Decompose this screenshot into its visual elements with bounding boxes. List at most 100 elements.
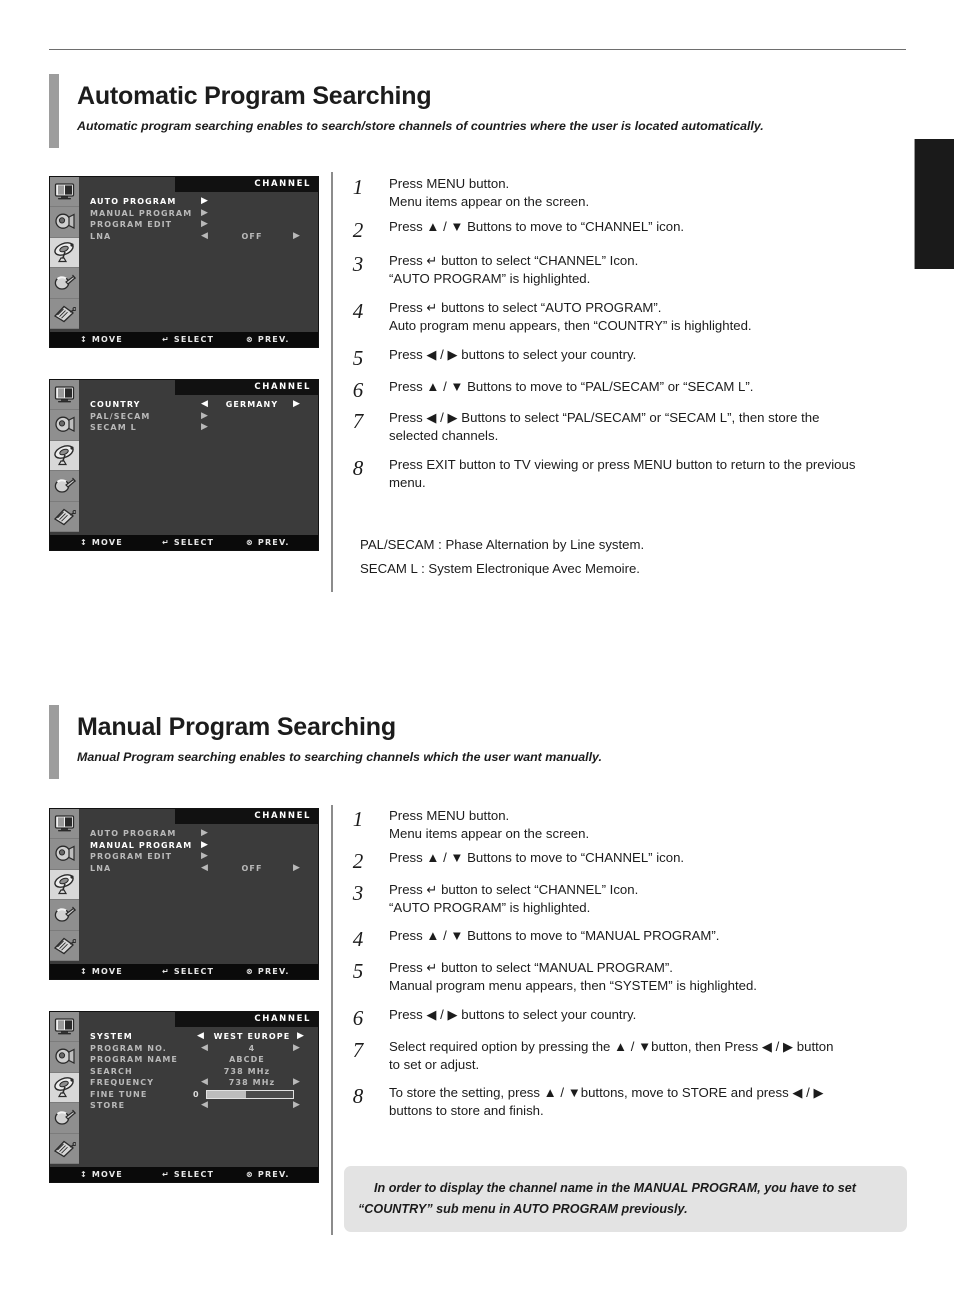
osd-footer-select: ↵ SELECT	[162, 967, 215, 976]
function-remote-icon[interactable]	[50, 299, 79, 329]
chevron-right-icon[interactable]: ▶	[293, 863, 301, 875]
osd-row-pal-secam[interactable]: PAL/SECAM ▶	[79, 411, 318, 423]
osd-row-label: MANUAL PROGRAM	[90, 840, 193, 850]
step-item: 3 Press ↵ button to select “CHANNEL” Ico…	[345, 881, 910, 927]
slider-fill	[207, 1091, 246, 1098]
osd-row-lna[interactable]: LNA ◀ OFF ▶	[79, 231, 318, 243]
step-number: 5	[352, 959, 364, 983]
step-text: Press ▲ / ▼ Buttons to move to “PAL/SECA…	[389, 378, 910, 396]
function-remote-icon[interactable]	[50, 502, 79, 532]
slider-track[interactable]	[206, 1090, 294, 1099]
osd-row-lna[interactable]: LNA ◀ OFF ▶	[79, 863, 318, 875]
step-text: Select required option by pressing the ▲…	[389, 1038, 910, 1073]
osd-row-auto-program[interactable]: AUTO PROGRAM ▶	[79, 196, 318, 208]
sound-speaker-icon[interactable]	[50, 1042, 79, 1073]
setup-wrench-icon[interactable]	[50, 268, 79, 299]
note-text: In order to display the channel name in …	[374, 1181, 856, 1195]
chevron-right-icon[interactable]: ▶	[293, 1043, 301, 1055]
chevron-right-icon[interactable]: ▶	[201, 851, 209, 863]
chevron-left-icon[interactable]: ◀	[201, 863, 209, 875]
step-line: Press ↵ button to select “CHANNEL” Icon.	[389, 253, 639, 268]
step-number: 3	[352, 252, 364, 276]
osd-row-frequency[interactable]: FREQUENCY ◀ 738 MHz ▶	[79, 1077, 318, 1089]
chevron-right-icon[interactable]: ▶	[293, 1100, 301, 1112]
osd-footer: ↕ MOVE ↵ SELECT ⊗ PREV.	[50, 535, 318, 550]
chevron-right-icon[interactable]: ▶	[293, 1077, 301, 1089]
osd-row-program-edit[interactable]: PROGRAM EDIT ▶	[79, 851, 318, 863]
step-line: Press ▲ / ▼ Buttons to move to “CHANNEL”…	[389, 850, 685, 865]
step-number: 8	[352, 1084, 364, 1108]
channel-satellite-icon[interactable]	[50, 237, 79, 269]
osd-menu-list: AUTO PROGRAM ▶ MANUAL PROGRAM ▶ PROGRAM …	[79, 828, 318, 874]
sound-speaker-icon[interactable]	[50, 410, 79, 441]
step-number: 2	[352, 849, 364, 873]
osd-row-value: ABCDE	[229, 1055, 265, 1064]
step-line: Select required option by pressing the ▲…	[389, 1039, 834, 1054]
step-number: 6	[352, 1006, 364, 1030]
osd-row-manual-program[interactable]: MANUAL PROGRAM ▶	[79, 840, 318, 852]
osd-title: CHANNEL	[175, 380, 318, 395]
channel-satellite-icon[interactable]	[50, 869, 79, 901]
osd-row-label: PAL/SECAM	[90, 411, 151, 421]
osd-footer-prev: ⊗ PREV.	[246, 967, 290, 976]
setup-wrench-icon[interactable]	[50, 900, 79, 931]
step-item: 6 Press ▲ / ▼ Buttons to move to “PAL/SE…	[345, 378, 910, 409]
step-line: Press MENU button.	[389, 176, 510, 191]
channel-satellite-icon[interactable]	[50, 1072, 79, 1104]
chevron-right-icon[interactable]: ▶	[297, 1031, 305, 1043]
chevron-left-icon[interactable]: ◀	[201, 399, 209, 411]
setup-wrench-icon[interactable]	[50, 1103, 79, 1134]
picture-tv-icon[interactable]	[50, 177, 79, 208]
osd-row-store[interactable]: STORE ◀ ▶	[79, 1100, 318, 1112]
chevron-left-icon[interactable]: ◀	[201, 231, 209, 243]
chevron-right-icon[interactable]: ▶	[201, 411, 209, 423]
osd-row-program-edit[interactable]: PROGRAM EDIT ▶	[79, 219, 318, 231]
osd-row-program-no[interactable]: PROGRAM NO. ◀ 4 ▶	[79, 1043, 318, 1055]
osd-footer: ↕ MOVE ↵ SELECT ⊗ PREV.	[50, 1167, 318, 1182]
osd-row-fine-tune[interactable]: FINE TUNE 0	[79, 1089, 318, 1101]
osd-screen-manual-program: CHANNEL SYSTEM ◀ WEST EUROPE ▶ PROGRAM N…	[49, 1011, 319, 1183]
chevron-right-icon[interactable]: ▶	[201, 422, 209, 434]
osd-row-manual-program[interactable]: MANUAL PROGRAM ▶	[79, 208, 318, 220]
chevron-left-icon[interactable]: ◀	[201, 1100, 209, 1112]
picture-tv-icon[interactable]	[50, 809, 79, 840]
function-remote-icon[interactable]	[50, 931, 79, 961]
step-item: 2 Press ▲ / ▼ Buttons to move to “CHANNE…	[345, 218, 910, 252]
osd-row-country[interactable]: COUNTRY ◀ GERMANY ▶	[79, 399, 318, 411]
chevron-right-icon[interactable]: ▶	[201, 219, 209, 231]
osd-row-label: LNA	[90, 863, 112, 873]
osd-row-value: 738 MHz	[228, 1078, 276, 1087]
picture-tv-icon[interactable]	[50, 1012, 79, 1043]
setup-wrench-icon[interactable]	[50, 471, 79, 502]
chevron-right-icon[interactable]: ▶	[293, 231, 301, 243]
step-line: Press ◀ / ▶ buttons to select your count…	[389, 347, 637, 362]
chevron-left-icon[interactable]: ◀	[201, 1077, 209, 1089]
osd-footer-move: ↕ MOVE	[80, 335, 123, 344]
osd-row-search[interactable]: SEARCH 738 MHz	[79, 1066, 318, 1078]
sound-speaker-icon[interactable]	[50, 839, 79, 870]
chevron-right-icon[interactable]: ▶	[201, 828, 209, 840]
chevron-left-icon[interactable]: ◀	[201, 1043, 209, 1055]
osd-row-auto-program[interactable]: AUTO PROGRAM ▶	[79, 828, 318, 840]
osd-row-program-name[interactable]: PROGRAM NAME ABCDE	[79, 1054, 318, 1066]
chevron-right-icon[interactable]: ▶	[201, 840, 209, 852]
chevron-right-icon[interactable]: ▶	[201, 208, 209, 220]
osd-row-system[interactable]: SYSTEM ◀ WEST EUROPE ▶	[79, 1031, 318, 1043]
chevron-right-icon[interactable]: ▶	[293, 399, 301, 411]
steps-list-auto: 1 Press MENU button. Menu items appear o…	[345, 175, 910, 500]
chevron-right-icon[interactable]: ▶	[201, 196, 209, 208]
osd-row-label: PROGRAM NO.	[90, 1043, 167, 1053]
step-text: Press ↵ buttons to select “AUTO PROGRAM”…	[389, 299, 910, 334]
osd-row-value: GERMANY	[225, 400, 279, 409]
column-divider-manual	[331, 805, 333, 1235]
step-line: Press ◀ / ▶ Buttons to select “PAL/SECAM…	[389, 410, 820, 425]
channel-satellite-icon[interactable]	[50, 440, 79, 472]
step-line: Press ↵ buttons to select “AUTO PROGRAM”…	[389, 300, 662, 315]
sound-speaker-icon[interactable]	[50, 207, 79, 238]
chevron-left-icon[interactable]: ◀	[197, 1031, 205, 1043]
osd-content: CHANNEL AUTO PROGRAM ▶ MANUAL PROGRAM ▶ …	[79, 177, 318, 327]
osd-row-secam-l[interactable]: SECAM L ▶	[79, 422, 318, 434]
function-remote-icon[interactable]	[50, 1134, 79, 1164]
osd-row-label: PROGRAM EDIT	[90, 220, 173, 229]
picture-tv-icon[interactable]	[50, 380, 79, 411]
